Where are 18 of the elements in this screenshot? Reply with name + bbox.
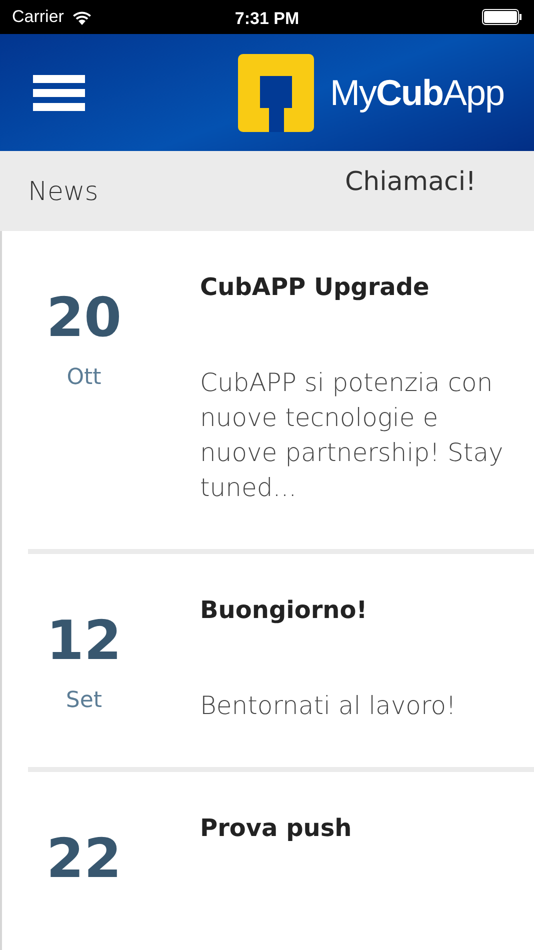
news-title[interactable]: Prova push [200, 810, 352, 846]
news-title[interactable]: Buongiorno! [200, 592, 368, 628]
news-body: CubAPP si potenzia con nuove tecnologie e nuove partnership! Stay tuned... [200, 367, 504, 504]
date-month: Ott [66, 364, 102, 392]
date-day: 22 [46, 832, 122, 886]
news-title[interactable]: CubAPP Upgrade [200, 269, 430, 305]
carrier-label: Carrier [12, 6, 64, 28]
date-month: Set [66, 687, 102, 715]
menu-button[interactable] [33, 74, 85, 110]
battery-icon [482, 9, 522, 25]
section-title: News [28, 176, 98, 209]
clock-time: 7:31 PM [234, 8, 300, 30]
app-logo-text: MyCubApp [330, 70, 504, 114]
news-body: Bentornati al lavoro! [200, 690, 458, 722]
date-day: 20 [46, 291, 122, 345]
date-day: 12 [46, 614, 122, 668]
call-link[interactable]: Chiamaci! [345, 163, 476, 202]
logo-icon [238, 54, 314, 132]
